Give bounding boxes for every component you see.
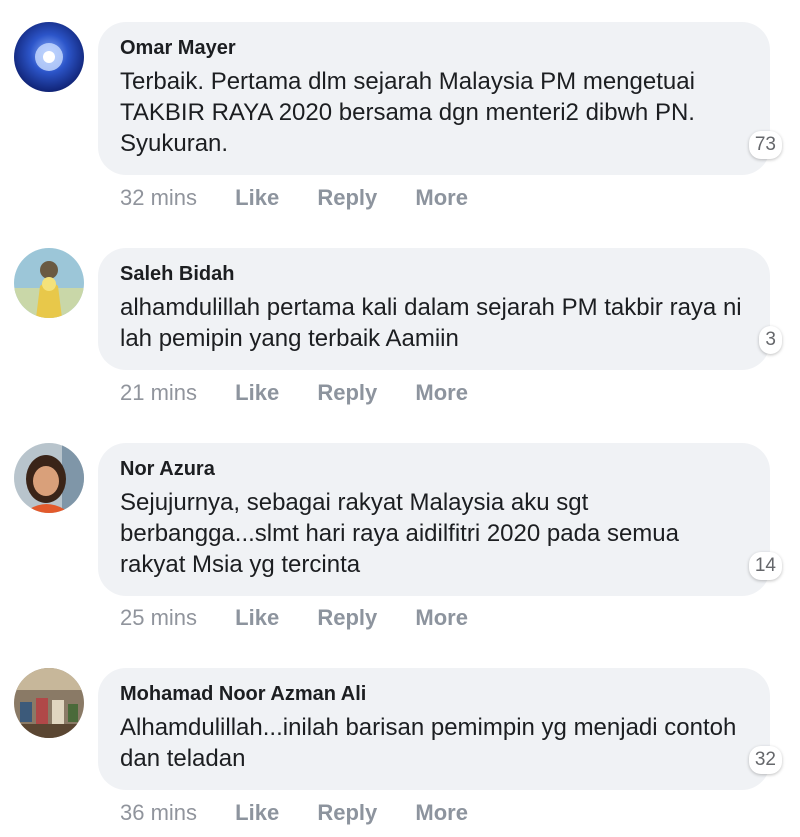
comment-text: Sejujurnya, sebagai rakyat Malaysia aku … — [120, 489, 679, 578]
comment-bubble: Mohamad Noor Azman Ali Alhamdulillah...i… — [98, 668, 782, 790]
like-button[interactable]: Like — [235, 380, 279, 405]
comment-timestamp[interactable]: 32 mins — [120, 185, 197, 210]
comment-author[interactable]: Saleh Bidah — [120, 262, 748, 286]
more-button[interactable]: More — [415, 800, 468, 825]
comment-actions: 32 mins Like Reply More — [120, 185, 500, 211]
comment-bubble: Saleh Bidah alhamdulillah pertama kali d… — [98, 248, 782, 370]
comment-actions: 25 mins Like Reply More — [120, 605, 500, 631]
reply-button[interactable]: Reply — [317, 605, 377, 630]
reply-button[interactable]: Reply — [317, 380, 377, 405]
comment-text: alhamdulillah pertama kali dalam sejarah… — [120, 294, 742, 352]
comment-timestamp[interactable]: 25 mins — [120, 605, 197, 630]
comment-actions: 36 mins Like Reply More — [120, 800, 500, 826]
avatar[interactable] — [14, 443, 84, 513]
more-button[interactable]: More — [415, 605, 468, 630]
reply-button[interactable]: Reply — [317, 800, 377, 825]
comment-bubble: Nor Azura Sejujurnya, sebagai rakyat Mal… — [98, 443, 782, 596]
like-button[interactable]: Like — [235, 800, 279, 825]
reaction-count[interactable]: 14 — [748, 552, 782, 580]
like-button[interactable]: Like — [235, 185, 279, 210]
comment-timestamp[interactable]: 21 mins — [120, 380, 197, 405]
reply-button[interactable]: Reply — [317, 185, 377, 210]
comment-timestamp[interactable]: 36 mins — [120, 800, 197, 825]
comment-text: Alhamdulillah...inilah barisan pemimpin … — [120, 714, 737, 772]
comment-bubble: Omar Mayer Terbaik. Pertama dlm sejarah … — [98, 22, 782, 175]
more-button[interactable]: More — [415, 380, 468, 405]
reaction-count[interactable]: 32 — [748, 746, 782, 774]
comment-text: Terbaik. Pertama dlm sejarah Malaysia PM… — [120, 68, 695, 157]
avatar[interactable] — [14, 22, 84, 92]
avatar[interactable] — [14, 668, 84, 738]
reaction-count[interactable]: 3 — [759, 326, 782, 354]
comment-author[interactable]: Omar Mayer — [120, 36, 748, 60]
comment-author[interactable]: Nor Azura — [120, 457, 748, 481]
comment-author[interactable]: Mohamad Noor Azman Ali — [120, 682, 748, 706]
more-button[interactable]: More — [415, 185, 468, 210]
avatar[interactable] — [14, 248, 84, 318]
comment-actions: 21 mins Like Reply More — [120, 380, 500, 406]
like-button[interactable]: Like — [235, 605, 279, 630]
reaction-count[interactable]: 73 — [748, 131, 782, 159]
